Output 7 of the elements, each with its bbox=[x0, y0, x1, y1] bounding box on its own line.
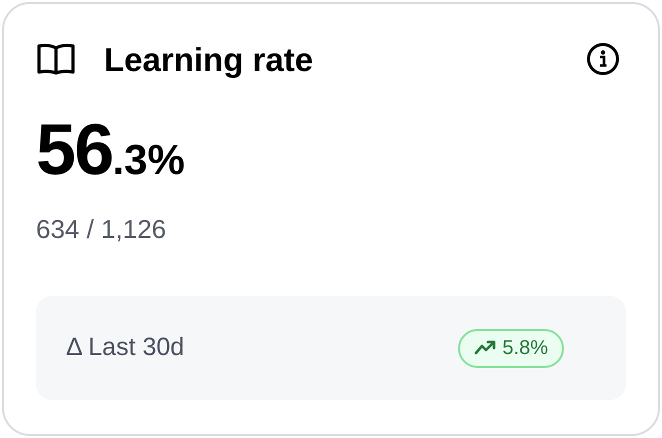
trend-value: 5.8% bbox=[502, 338, 548, 358]
card-title: Learning rate bbox=[104, 42, 314, 76]
metric-value: 56.3% bbox=[36, 114, 186, 186]
info-icon[interactable] bbox=[586, 42, 620, 76]
change-label: Δ Last 30d bbox=[66, 332, 184, 364]
metric-detail: 634 / 1,126 bbox=[36, 216, 168, 242]
book-icon bbox=[36, 42, 76, 76]
